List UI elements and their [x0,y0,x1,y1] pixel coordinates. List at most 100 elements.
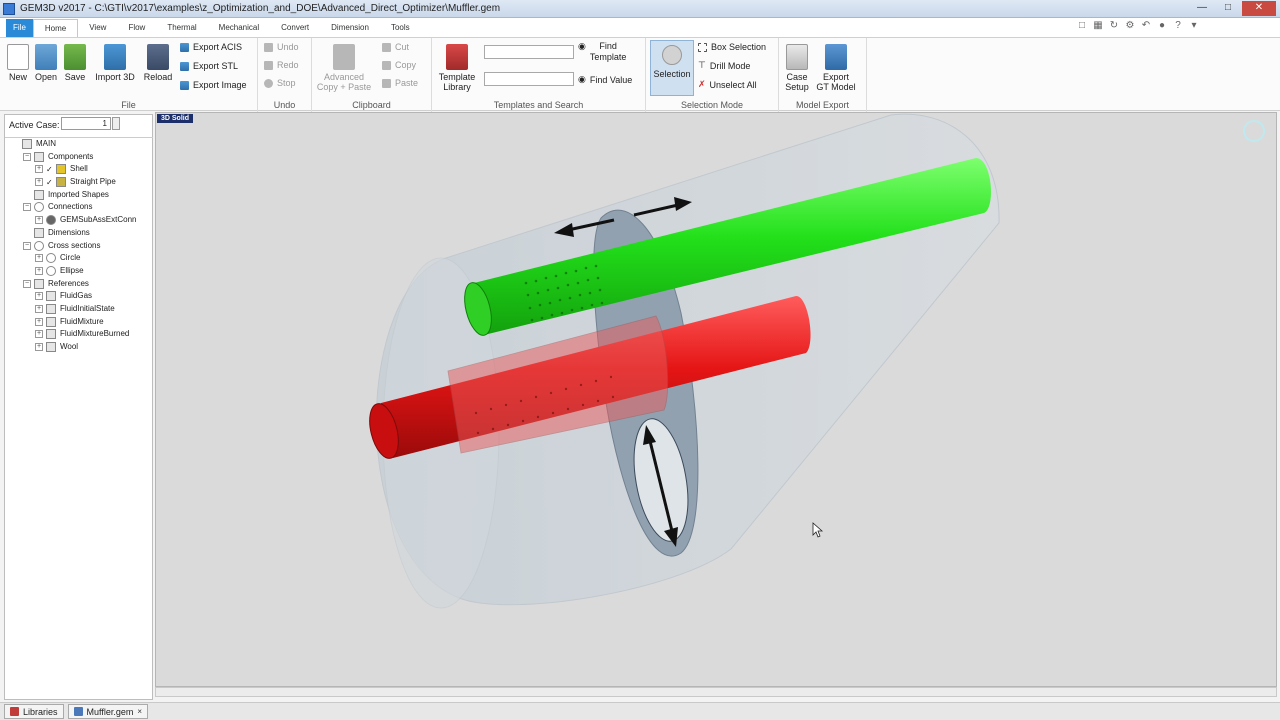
new-doc-icon[interactable]: □ [1076,20,1088,32]
tree-item[interactable]: MAIN [5,138,153,151]
undo-button[interactable]: Undo [264,42,299,52]
tab-dimension[interactable]: Dimension [320,19,380,37]
cut-button[interactable]: Cut [382,42,409,52]
tree-expander-icon[interactable]: + [35,216,43,225]
muffler-3d-model[interactable] [156,113,1277,687]
tree-item[interactable]: − Components [5,151,153,164]
undo-icon[interactable]: ↶ [1140,20,1152,32]
drill-mode-button[interactable]: ⊤ Drill Mode [698,60,750,71]
tree-item[interactable]: − Connections [5,201,153,214]
tree-item[interactable]: − Cross sections [5,240,153,253]
active-case-input[interactable]: 1 [61,117,111,130]
tree-expander-icon[interactable]: − [23,203,31,212]
find-value-button[interactable]: ◉ Find Value [578,74,632,85]
tree-item[interactable]: − References [5,278,153,291]
export-image-button[interactable]: Export Image [180,80,247,90]
box-selection-button[interactable]: Box Selection [698,42,766,52]
tab-flow[interactable]: Flow [117,19,156,37]
tab-thermal[interactable]: Thermal [156,19,207,37]
libraries-icon [10,707,19,716]
tree-item[interactable]: + FluidMixtureBurned [5,328,153,341]
save-button[interactable]: Save [62,44,88,82]
tree-expander-icon[interactable]: + [35,343,43,351]
stop-button[interactable]: Stop [264,78,296,88]
drill-icon: ⊤ [698,60,706,70]
tree-item[interactable]: + GEMSubAssExtConn [5,214,153,227]
tree-item[interactable]: + FluidInitialState [5,303,153,316]
tree-expander-icon[interactable]: + [35,292,43,301]
new-button[interactable]: New [5,44,31,82]
dropdown-icon[interactable]: ▾ [1188,20,1200,32]
tab-libraries[interactable]: Libraries [4,704,64,719]
tree-item-label: Straight Pipe [70,177,116,187]
find-template-button[interactable]: ◉ Find Template [578,41,626,63]
tree-item[interactable]: + ✓ Shell [5,163,153,176]
settings-icon[interactable]: ⚙ [1124,20,1136,32]
stop-icon[interactable]: ● [1156,20,1168,32]
tab-muffler-gem[interactable]: Muffler.gem × [67,704,149,719]
help-icon[interactable]: ? [1172,20,1184,32]
selection-button[interactable]: Selection [650,40,694,96]
copy-button[interactable]: Copy [382,60,416,70]
view-mode-badge: 3D Solid [157,114,194,123]
export-stl-icon [180,61,189,71]
close-icon[interactable]: ✕ [1242,1,1276,16]
reload-icon [147,44,169,70]
tree-expander-icon[interactable]: − [23,152,31,161]
tree-node-icon [46,253,56,264]
case-setup-button[interactable]: Case Setup [783,44,811,92]
open-button[interactable]: Open [33,44,59,82]
refresh-icon[interactable]: ↻ [1108,20,1120,32]
template-library-button[interactable]: Template Library [436,44,478,92]
tree-expander-icon[interactable]: + [35,317,43,326]
export-gt-model-button[interactable]: Export GT Model [815,44,857,92]
minimize-icon[interactable]: — [1190,1,1214,16]
tab-convert[interactable]: Convert [270,19,320,37]
tab-file[interactable]: File [6,19,33,37]
visibility-check-icon[interactable]: ✓ [46,177,53,189]
find-template-input[interactable] [484,45,574,59]
tree-expander-icon[interactable]: + [35,304,43,313]
paste-icon [382,78,391,88]
clipboard-group-label: Clipboard [352,100,391,110]
tab-view[interactable]: View [78,19,117,37]
tree-item[interactable]: + Wool [5,341,153,354]
tree-item[interactable]: + FluidGas [5,290,153,303]
unselect-all-button[interactable]: ✗ Unselect All [698,79,757,90]
tree-expander-icon[interactable]: + [35,266,43,275]
tab-mechanical[interactable]: Mechanical [208,19,270,37]
tree-item[interactable]: + Ellipse [5,265,153,278]
view-orientation-icon[interactable] [1243,120,1265,142]
tab-tools[interactable]: Tools [380,19,421,37]
tree-expander-icon[interactable]: − [23,279,31,288]
paste-button[interactable]: Paste [382,78,418,88]
tree-expander-icon[interactable]: − [23,241,31,250]
tree-node-icon [46,342,56,352]
tree-item[interactable]: + Circle [5,252,153,265]
3d-viewport[interactable]: 3D Solid [155,112,1277,687]
active-case-spinner[interactable] [112,117,120,130]
advanced-copy-paste-button[interactable]: Advanced Copy + Paste [316,44,372,92]
gem-file-icon [73,707,83,716]
maximize-icon[interactable]: □ [1216,1,1240,16]
tree-expander-icon[interactable]: + [35,165,43,174]
tree-item[interactable]: + ✓ Straight Pipe [5,176,153,189]
reload-button[interactable]: Reload [142,44,174,82]
find-value-input[interactable] [484,72,574,86]
tree-item[interactable]: + FluidMixture [5,316,153,329]
import-3d-button[interactable]: Import 3D [92,44,138,82]
export-stl-button[interactable]: Export STL [180,61,238,71]
crosshair-icon [662,45,682,65]
export-acis-button[interactable]: Export ACIS [180,42,242,52]
close-tab-icon[interactable]: × [137,707,142,716]
horizontal-scrollbar[interactable] [155,687,1277,697]
tree-expander-icon[interactable]: + [35,178,43,187]
grid-icon[interactable]: ▦ [1092,20,1104,32]
tree-expander-icon[interactable]: + [35,330,43,339]
tree-item[interactable]: Imported Shapes [5,189,153,202]
tree-expander-icon[interactable]: + [35,254,43,263]
redo-button[interactable]: Redo [264,60,299,70]
tree-item[interactable]: Dimensions [5,227,153,240]
visibility-check-icon[interactable]: ✓ [46,164,53,176]
tab-home[interactable]: Home [32,19,79,37]
